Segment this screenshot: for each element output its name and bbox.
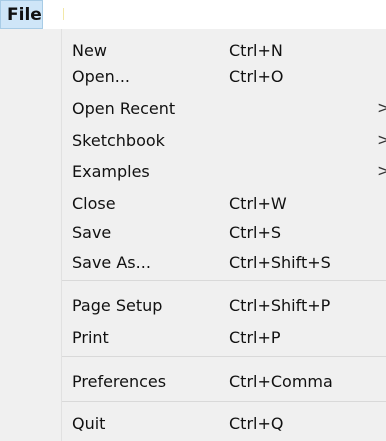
menu-item-preferences[interactable]: Preferences Ctrl+Comma [62,368,386,394]
menu-item-shortcut: Ctrl+S [229,223,282,242]
file-menu-label: File [7,5,42,25]
file-menu[interactable]: File [0,0,43,29]
menu-item-new[interactable]: New Ctrl+N [62,37,386,63]
menu-item-save-as[interactable]: Save As... Ctrl+Shift+S [62,249,386,275]
submenu-arrow-icon: > [377,98,386,117]
menu-item-label: Examples [72,162,150,181]
menu-item-shortcut: Ctrl+N [229,41,283,60]
menu-item-label: Quit [72,414,106,433]
menu-item-label: Preferences [72,372,167,391]
menu-bar-separator [63,8,64,20]
file-dropdown-menu: New Ctrl+N Open... Ctrl+O Open Recent > … [0,29,386,441]
menu-item-print[interactable]: Print Ctrl+P [62,324,386,350]
menu-item-label: New [72,41,107,60]
menu-item-shortcut: Ctrl+Q [229,414,284,433]
menu-item-shortcut: Ctrl+Shift+S [229,253,331,272]
menu-item-examples[interactable]: Examples > [62,158,386,184]
menu-separator [62,356,386,357]
menu-item-label: Open... [72,67,130,86]
menu-item-label: Save As... [72,253,151,272]
menu-item-close[interactable]: Close Ctrl+W [62,190,386,216]
menu-item-open-recent[interactable]: Open Recent > [62,95,386,121]
menu-icon-gutter [0,29,62,441]
menu-item-label: Print [72,328,109,347]
menu-separator [62,280,386,281]
menu-item-shortcut: Ctrl+P [229,328,281,347]
submenu-arrow-icon: > [377,161,386,180]
menu-item-shortcut: Ctrl+W [229,194,287,213]
menu-item-shortcut: Ctrl+Comma [229,372,333,391]
menu-item-label: Open Recent [72,99,176,118]
menu-item-label: Save [72,223,112,242]
menu-item-page-setup[interactable]: Page Setup Ctrl+Shift+P [62,292,386,318]
menu-item-shortcut: Ctrl+O [229,67,284,86]
menu-item-label: Sketchbook [72,131,165,150]
menu-item-label: Page Setup [72,296,163,315]
submenu-arrow-icon: > [377,130,386,149]
menu-item-quit[interactable]: Quit Ctrl+Q [62,410,386,436]
menu-item-save[interactable]: Save Ctrl+S [62,219,386,245]
menu-item-sketchbook[interactable]: Sketchbook > [62,127,386,153]
menu-item-shortcut: Ctrl+Shift+P [229,296,331,315]
menu-item-label: Close [72,194,116,213]
menu-bar: File [0,0,386,29]
menu-item-open[interactable]: Open... Ctrl+O [62,63,386,89]
menu-separator [62,401,386,402]
